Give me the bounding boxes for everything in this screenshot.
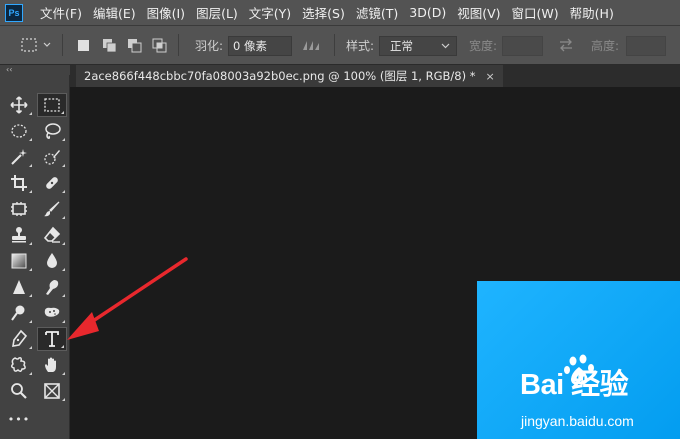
menu-3d[interactable]: 3D(D)	[409, 5, 446, 20]
drop-blur-icon	[47, 253, 57, 268]
hand-icon	[45, 357, 56, 372]
document-tab[interactable]: 2ace866f448cbbc70fa08003a92b0ec.png @ 10…	[76, 65, 503, 87]
menu-type[interactable]: 文字(Y)	[249, 3, 291, 22]
move-tool[interactable]	[4, 93, 34, 117]
ellipse-marquee-icon	[11, 124, 27, 138]
swap-icon[interactable]	[558, 38, 574, 52]
document-tab-bar: 2ace866f448cbbc70fa08003a92b0ec.png @ 10…	[70, 65, 680, 87]
toolbar-collapse-strip[interactable]: ‹‹	[0, 65, 70, 75]
custom-shape-icon	[10, 357, 26, 373]
menu-bar: Ps 文件(F) 编辑(E) 图像(I) 图层(L) 文字(Y) 选择(S) 滤…	[0, 0, 680, 25]
eraser-icon	[43, 226, 61, 243]
magic-wand-tool[interactable]	[4, 145, 34, 169]
style-value: 正常	[390, 39, 413, 53]
quick-select-icon	[44, 150, 60, 165]
healing-brush-tool[interactable]	[37, 171, 67, 195]
menu-file[interactable]: 文件(F)	[40, 3, 82, 22]
smudge-icon	[46, 280, 59, 295]
width-input[interactable]	[502, 36, 543, 56]
brush-tool[interactable]	[37, 197, 67, 221]
more-tools-icon: •••	[7, 412, 31, 426]
dodge-tool[interactable]	[4, 301, 34, 325]
watermark-brand: Bai 经验	[520, 369, 629, 401]
add-to-selection-icon[interactable]	[101, 37, 118, 54]
hand-tool[interactable]	[37, 353, 67, 377]
new-selection-icon[interactable]	[75, 37, 92, 54]
options-bar: 羽化: 0 像素 样式: 正常 宽度: 高度:	[0, 25, 680, 65]
sponge-icon	[44, 307, 60, 317]
chevron-down-icon	[441, 43, 450, 49]
custom-shape-tool[interactable]	[4, 353, 34, 377]
feather-input[interactable]: 0 像素	[228, 36, 292, 56]
lasso-tool[interactable]	[37, 119, 67, 143]
pen-icon	[12, 329, 28, 347]
blur-tool[interactable]	[37, 249, 67, 273]
frame-icon	[11, 202, 27, 216]
gradient-icon	[11, 253, 27, 269]
subtract-from-selection-icon[interactable]	[126, 37, 143, 54]
rect-marquee-icon	[44, 98, 60, 112]
tool-preset-picker[interactable]	[20, 26, 54, 64]
height-label: 高度:	[591, 38, 620, 53]
lasso-icon	[45, 123, 61, 139]
frame-tool[interactable]	[4, 197, 34, 221]
document-tab-title: 2ace866f448cbbc70fa08003a92b0ec.png @ 10…	[84, 69, 476, 83]
quick-select-tool[interactable]	[37, 145, 67, 169]
smudge-tool[interactable]	[37, 275, 67, 299]
intersect-selection-icon[interactable]	[151, 37, 168, 54]
menu-filter[interactable]: 滤镜(T)	[356, 3, 398, 22]
menu-edit[interactable]: 编辑(E)	[93, 3, 136, 22]
rect-marquee-tool[interactable]	[37, 93, 67, 117]
canvas-area[interactable]: du Bai 经验 jingyan.baidu.com	[70, 87, 680, 439]
sharpen-tool[interactable]	[4, 275, 34, 299]
options-separator	[178, 34, 179, 56]
options-separator	[334, 34, 335, 56]
rectangle-frame-icon	[44, 383, 60, 399]
rect-marquee-preset-icon	[21, 38, 51, 52]
document-image: du Bai 经验 jingyan.baidu.com	[477, 281, 680, 439]
clone-stamp-tool[interactable]	[4, 223, 34, 247]
width-label: 宽度:	[469, 38, 498, 53]
type-tool[interactable]	[37, 327, 67, 351]
menu-select[interactable]: 选择(S)	[302, 3, 345, 22]
height-input[interactable]	[626, 36, 666, 56]
style-dropdown[interactable]: 正常	[379, 36, 457, 56]
type-icon	[45, 331, 59, 347]
photoshop-logo: Ps	[5, 3, 23, 22]
pen-tool[interactable]	[4, 327, 34, 351]
healing-brush-icon	[46, 177, 58, 189]
close-icon[interactable]: ×	[486, 70, 495, 83]
sharpen-icon	[13, 280, 25, 294]
crop-icon	[11, 175, 27, 191]
zoom-tool[interactable]	[4, 379, 34, 403]
collapse-icon[interactable]: ‹‹	[6, 65, 12, 74]
menu-layer[interactable]: 图层(L)	[196, 3, 238, 22]
tools-panel: •••	[0, 75, 70, 439]
menu-image[interactable]: 图像(I)	[147, 3, 185, 22]
anti-alias-icon[interactable]	[302, 39, 324, 51]
brush-icon	[44, 201, 60, 217]
move-icon	[10, 96, 28, 114]
frame-placeholder-tool[interactable]	[37, 379, 67, 403]
sponge-tool[interactable]	[37, 301, 67, 325]
ellipse-marquee-tool[interactable]	[4, 119, 34, 143]
dodge-icon	[11, 305, 25, 321]
options-separator	[62, 34, 63, 56]
eraser-tool[interactable]	[37, 223, 67, 247]
zoom-icon	[11, 383, 27, 399]
menu-window[interactable]: 窗口(W)	[512, 3, 559, 22]
stamp-icon	[12, 227, 26, 243]
menu-view[interactable]: 视图(V)	[457, 3, 500, 22]
crop-tool[interactable]	[4, 171, 34, 195]
watermark-url: jingyan.baidu.com	[521, 413, 634, 429]
menu-help[interactable]: 帮助(H)	[570, 3, 614, 22]
feather-label: 羽化:	[195, 38, 224, 53]
magic-wand-icon	[11, 149, 27, 165]
more-tools-button[interactable]: •••	[4, 407, 34, 431]
style-label: 样式:	[346, 38, 375, 53]
gradient-tool[interactable]	[4, 249, 34, 273]
